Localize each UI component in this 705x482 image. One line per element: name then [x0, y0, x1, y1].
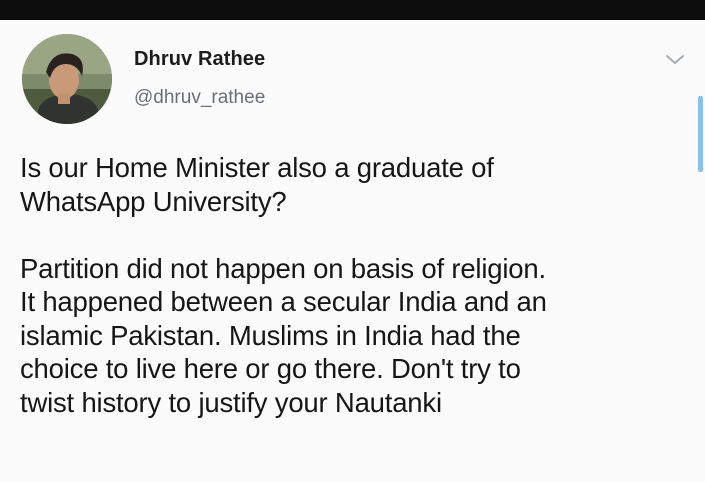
tweet-line: twist history to justify your Nautanki	[20, 386, 442, 418]
chevron-down-icon[interactable]	[663, 50, 687, 70]
tweet-paragraph: Is our Home Minister also a graduate of …	[20, 151, 690, 218]
profile-photo	[22, 34, 112, 124]
status-bar	[0, 0, 705, 20]
tweet-screenshot: Dhruv Rathee @dhruv_rathee Is our Home M…	[0, 0, 705, 482]
tweet-line: islamic Pakistan. Muslims in India had t…	[20, 319, 521, 351]
author-name[interactable]: Dhruv Rathee	[134, 48, 265, 71]
author-handle[interactable]: @dhruv_rathee	[134, 87, 265, 109]
tweet-line: It happened between a secular India and …	[20, 286, 547, 317]
tweet-line: Is our Home Minister also a graduate of	[20, 152, 494, 183]
scrollbar-thumb[interactable]	[698, 96, 703, 172]
tweet-line: choice to live here or go there. Don't t…	[20, 353, 521, 384]
avatar[interactable]	[22, 34, 112, 124]
tweet-paragraph: Partition did not happen on basis of rel…	[20, 252, 690, 420]
tweet-body: Is our Home Minister also a graduate of …	[20, 151, 690, 419]
tweet-line: WhatsApp University?	[20, 185, 287, 217]
tweet-line: Partition did not happen on basis of rel…	[20, 252, 546, 284]
